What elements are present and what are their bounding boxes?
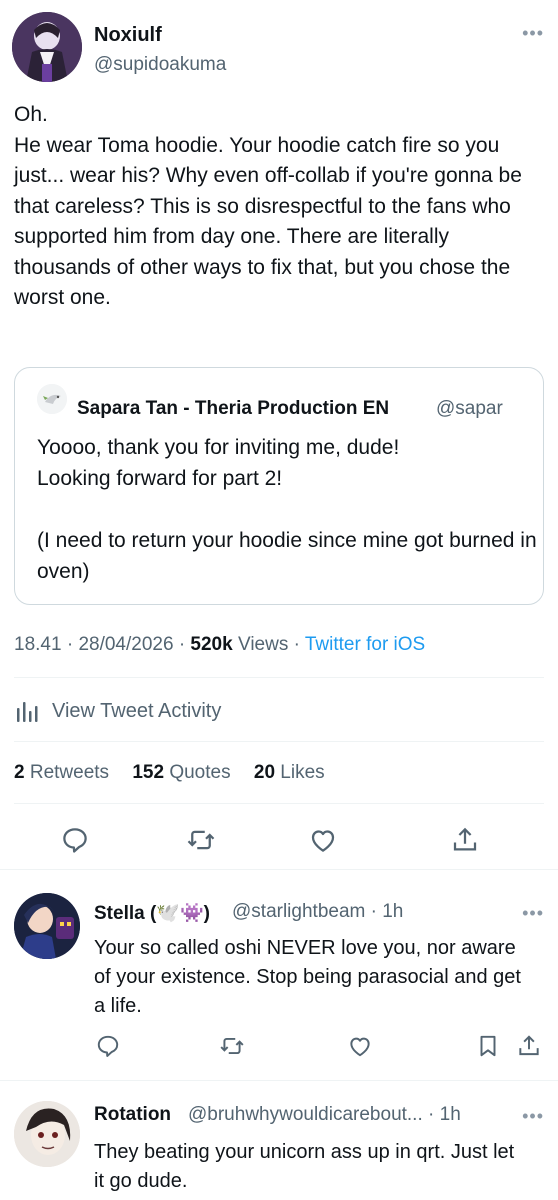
share-icon[interactable] [450,825,480,855]
tweet-meta: 18.41 · 28/04/2026 · 520k Views · Twitte… [14,634,425,656]
retweet-icon[interactable] [219,1033,245,1059]
view-tweet-activity-button[interactable]: View Tweet Activity [14,698,221,724]
author-avatar[interactable] [12,12,82,82]
author-name[interactable]: Noxiulf [94,24,162,47]
more-icon[interactable]: ••• [522,1107,544,1125]
meta-separator: · [66,634,79,655]
share-icon[interactable] [516,1033,542,1059]
tweet-time: 18.41 [14,634,62,655]
activity-chart-icon [17,702,38,722]
reply-text: They beating your unicorn ass up in qrt.… [94,1141,515,1192]
tweet-date: 28/04/2026 [78,634,174,655]
divider [0,869,558,870]
likes-count: 20 [253,762,276,783]
reply-author-handle[interactable]: @starlightbeam · 1h [232,901,403,923]
divider [14,741,544,742]
like-icon[interactable] [308,825,338,855]
quoted-author-handle: @sapar [436,398,503,419]
tweet-source-link[interactable]: Twitter for iOS [305,634,425,655]
reply-author-handle[interactable]: @bruhwhywouldicarebout... · 1h [188,1104,461,1126]
divider [14,677,544,678]
retweets-stat[interactable]: 2 Retweets [14,762,109,783]
divider [14,803,544,804]
retweets-label: Retweets [29,762,110,783]
quoted-tweet-text: Yoooo, thank you for inviting me, dude! … [37,436,537,583]
bookmark-icon[interactable] [475,1033,501,1059]
tweet-stats: 2 Retweets 152 Quotes 20 Likes [14,762,325,784]
views-label: Views [237,634,289,655]
views-count: 520k [190,634,233,655]
retweet-icon[interactable] [186,825,216,855]
reply-avatar[interactable] [14,1101,80,1167]
reply-text: Your so called oshi NEVER love you, nor … [94,937,521,1017]
quoted-tweet[interactable]: Sapara Tan - Theria Production EN @sapar… [14,367,544,605]
reply-icon[interactable] [95,1033,121,1059]
reply-avatar[interactable] [14,893,80,959]
reply-icon[interactable] [60,825,90,855]
author-handle[interactable]: @supidoakuma [94,54,226,76]
more-icon[interactable]: ••• [522,904,544,922]
like-icon[interactable] [347,1033,373,1059]
quotes-label: Quotes [169,762,231,783]
tweet-text: Oh. He wear Toma hoodie. Your hoodie cat… [14,103,522,309]
retweets-count: 2 [14,762,25,783]
meta-separator: · [293,634,305,655]
meta-separator: · [178,634,191,655]
reply-author-name[interactable]: Rotation [94,1104,171,1126]
quoted-author-avatar [37,384,67,414]
likes-stat[interactable]: 20 Likes [254,762,325,783]
divider [0,1080,558,1081]
quotes-stat[interactable]: 152 Quotes [132,762,230,783]
likes-label: Likes [280,762,325,783]
quoted-author-name: Sapara Tan - Theria Production EN [77,398,390,419]
reply-author-name[interactable]: Stella (🕊️👾) [94,901,210,925]
activity-label: View Tweet Activity [52,699,222,722]
more-icon[interactable]: ••• [522,24,544,42]
quotes-count: 152 [132,762,165,783]
